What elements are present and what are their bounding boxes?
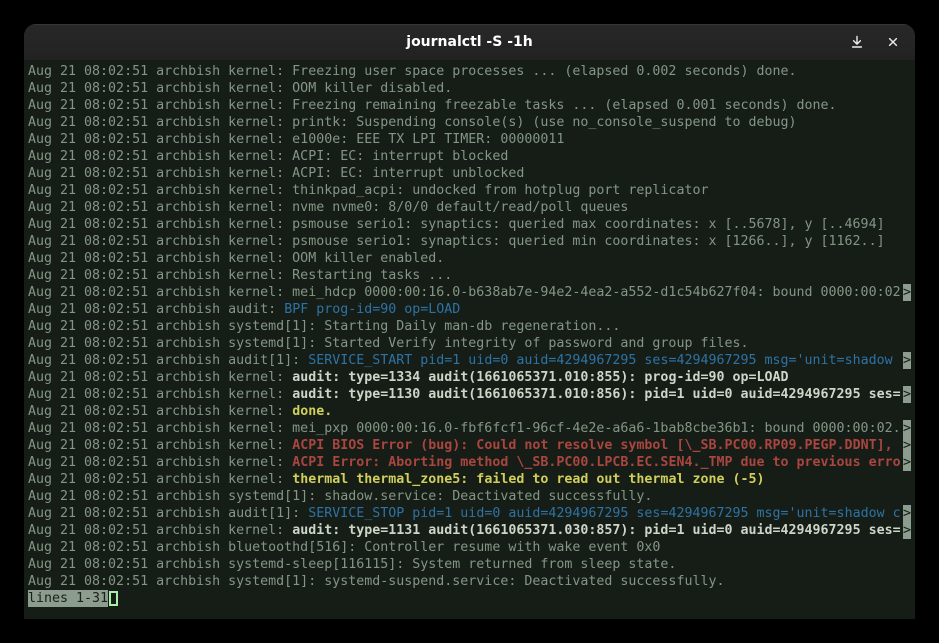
log-line-text: Aug 21 08:02:51 archbish kernel: audit: … [28, 369, 911, 386]
log-line: Aug 21 08:02:51 archbish kernel: ACPI Er… [28, 454, 911, 471]
log-line-text: Aug 21 08:02:51 archbish kernel: mei_hdc… [28, 284, 903, 301]
log-line: Aug 21 08:02:51 archbish kernel: psmouse… [28, 233, 911, 250]
log-line: Aug 21 08:02:51 archbish kernel: audit: … [28, 369, 911, 386]
log-line-text: Aug 21 08:02:51 archbish kernel: psmouse… [28, 216, 911, 233]
log-lines: Aug 21 08:02:51 archbish kernel: Freezin… [28, 63, 911, 590]
log-line: Aug 21 08:02:51 archbish kernel: mei_pxp… [28, 420, 911, 437]
log-line: Aug 21 08:02:51 archbish systemd[1]: sys… [28, 573, 911, 590]
log-line-text: Aug 21 08:02:51 archbish kernel: Freezin… [28, 97, 911, 114]
log-line: Aug 21 08:02:51 archbish bluetoothd[516]… [28, 539, 911, 556]
terminal-output[interactable]: Aug 21 08:02:51 archbish kernel: Freezin… [24, 60, 915, 619]
log-line-text: Aug 21 08:02:51 archbish kernel: OOM kil… [28, 250, 911, 267]
log-line: Aug 21 08:02:51 archbish kernel: e1000e:… [28, 131, 911, 148]
pager-status-line: lines 1-31 [28, 590, 911, 607]
log-line: Aug 21 08:02:51 archbish kernel: mei_hdc… [28, 284, 911, 301]
truncation-marker: > [903, 505, 911, 522]
log-line-text: Aug 21 08:02:51 archbish kernel: done. [28, 403, 911, 420]
log-line-text: Aug 21 08:02:51 archbish kernel: printk:… [28, 114, 911, 131]
log-line: Aug 21 08:02:51 archbish kernel: nvme nv… [28, 199, 911, 216]
log-line: Aug 21 08:02:51 archbish kernel: done. [28, 403, 911, 420]
log-line-text: Aug 21 08:02:51 archbish kernel: ACPI: E… [28, 165, 911, 182]
log-line-text: Aug 21 08:02:51 archbish kernel: psmouse… [28, 233, 911, 250]
log-line-text: Aug 21 08:02:51 archbish systemd-sleep[1… [28, 556, 911, 573]
log-line-text: Aug 21 08:02:51 archbish audit: BPF prog… [28, 301, 911, 318]
titlebar-buttons [843, 24, 906, 60]
log-line-text: Aug 21 08:02:51 archbish kernel: e1000e:… [28, 131, 911, 148]
log-line-text: Aug 21 08:02:51 archbish kernel: audit: … [28, 386, 903, 403]
log-line: Aug 21 08:02:51 archbish systemd[1]: Sta… [28, 318, 911, 335]
log-line: Aug 21 08:02:51 archbish systemd-sleep[1… [28, 556, 911, 573]
log-line-text: Aug 21 08:02:51 archbish kernel: Restart… [28, 267, 911, 284]
log-line-text: Aug 21 08:02:51 archbish systemd[1]: sys… [28, 573, 911, 590]
log-line: Aug 21 08:02:51 archbish systemd[1]: Sta… [28, 335, 911, 352]
log-line: Aug 21 08:02:51 archbish kernel: Restart… [28, 267, 911, 284]
log-line: Aug 21 08:02:51 archbish kernel: ACPI: E… [28, 165, 911, 182]
log-line-text: Aug 21 08:02:51 archbish kernel: nvme nv… [28, 199, 911, 216]
log-line: Aug 21 08:02:51 archbish kernel: Freezin… [28, 63, 911, 80]
log-line: Aug 21 08:02:51 archbish kernel: ACPI: E… [28, 148, 911, 165]
log-line: Aug 21 08:02:51 archbish kernel: OOM kil… [28, 250, 911, 267]
log-line-text: Aug 21 08:02:51 archbish systemd[1]: sha… [28, 488, 911, 505]
log-line-text: Aug 21 08:02:51 archbish bluetoothd[516]… [28, 539, 911, 556]
truncation-marker: > [903, 420, 911, 437]
truncation-marker: > [903, 437, 911, 454]
truncation-marker: > [903, 522, 911, 539]
download-button[interactable] [843, 29, 870, 56]
log-line-text: Aug 21 08:02:51 archbish kernel: Freezin… [28, 63, 911, 80]
truncation-marker: > [903, 386, 911, 403]
log-line: Aug 21 08:02:51 archbish kernel: Freezin… [28, 97, 911, 114]
log-line-text: Aug 21 08:02:51 archbish kernel: audit: … [28, 522, 903, 539]
log-line-text: Aug 21 08:02:51 archbish kernel: ACPI Er… [28, 454, 903, 471]
log-line-text: Aug 21 08:02:51 archbish kernel: mei_pxp… [28, 420, 903, 437]
pager-status: lines 1-31 [28, 590, 108, 607]
log-line: Aug 21 08:02:51 archbish audit: BPF prog… [28, 301, 911, 318]
terminal-cursor [109, 591, 118, 606]
log-line: Aug 21 08:02:51 archbish audit[1]: SERVI… [28, 505, 911, 522]
log-line: Aug 21 08:02:51 archbish kernel: OOM kil… [28, 80, 911, 97]
window-title: journalctl -S -1h [406, 34, 532, 50]
log-line: Aug 21 08:02:51 archbish kernel: thinkpa… [28, 182, 911, 199]
log-line: Aug 21 08:02:51 archbish systemd[1]: sha… [28, 488, 911, 505]
log-line: Aug 21 08:02:51 archbish kernel: ACPI BI… [28, 437, 911, 454]
log-line: Aug 21 08:02:51 archbish kernel: printk:… [28, 114, 911, 131]
log-line: Aug 21 08:02:51 archbish kernel: audit: … [28, 386, 911, 403]
log-line-text: Aug 21 08:02:51 archbish audit[1]: SERVI… [28, 505, 903, 522]
log-line-text: Aug 21 08:02:51 archbish kernel: ACPI BI… [28, 437, 903, 454]
download-icon [849, 34, 865, 50]
log-line-text: Aug 21 08:02:51 archbish kernel: thermal… [28, 471, 911, 488]
log-line-text: Aug 21 08:02:51 archbish systemd[1]: Sta… [28, 335, 911, 352]
truncation-marker: > [903, 454, 911, 471]
log-line-text: Aug 21 08:02:51 archbish kernel: ACPI: E… [28, 148, 911, 165]
close-icon [885, 34, 901, 50]
truncation-marker: > [903, 284, 911, 301]
log-line-text: Aug 21 08:02:51 archbish audit[1]: SERVI… [28, 352, 903, 369]
log-line-text: Aug 21 08:02:51 archbish kernel: thinkpa… [28, 182, 911, 199]
truncation-marker: > [903, 352, 911, 369]
terminal-window: journalctl -S -1h Aug 21 08:02:51 archbi… [24, 24, 915, 619]
log-line-text: Aug 21 08:02:51 archbish systemd[1]: Sta… [28, 318, 911, 335]
log-line: Aug 21 08:02:51 archbish audit[1]: SERVI… [28, 352, 911, 369]
log-line: Aug 21 08:02:51 archbish kernel: thermal… [28, 471, 911, 488]
log-line: Aug 21 08:02:51 archbish kernel: audit: … [28, 522, 911, 539]
titlebar[interactable]: journalctl -S -1h [24, 24, 915, 60]
log-line-text: Aug 21 08:02:51 archbish kernel: OOM kil… [28, 80, 911, 97]
close-button[interactable] [879, 29, 906, 56]
log-line: Aug 21 08:02:51 archbish kernel: psmouse… [28, 216, 911, 233]
